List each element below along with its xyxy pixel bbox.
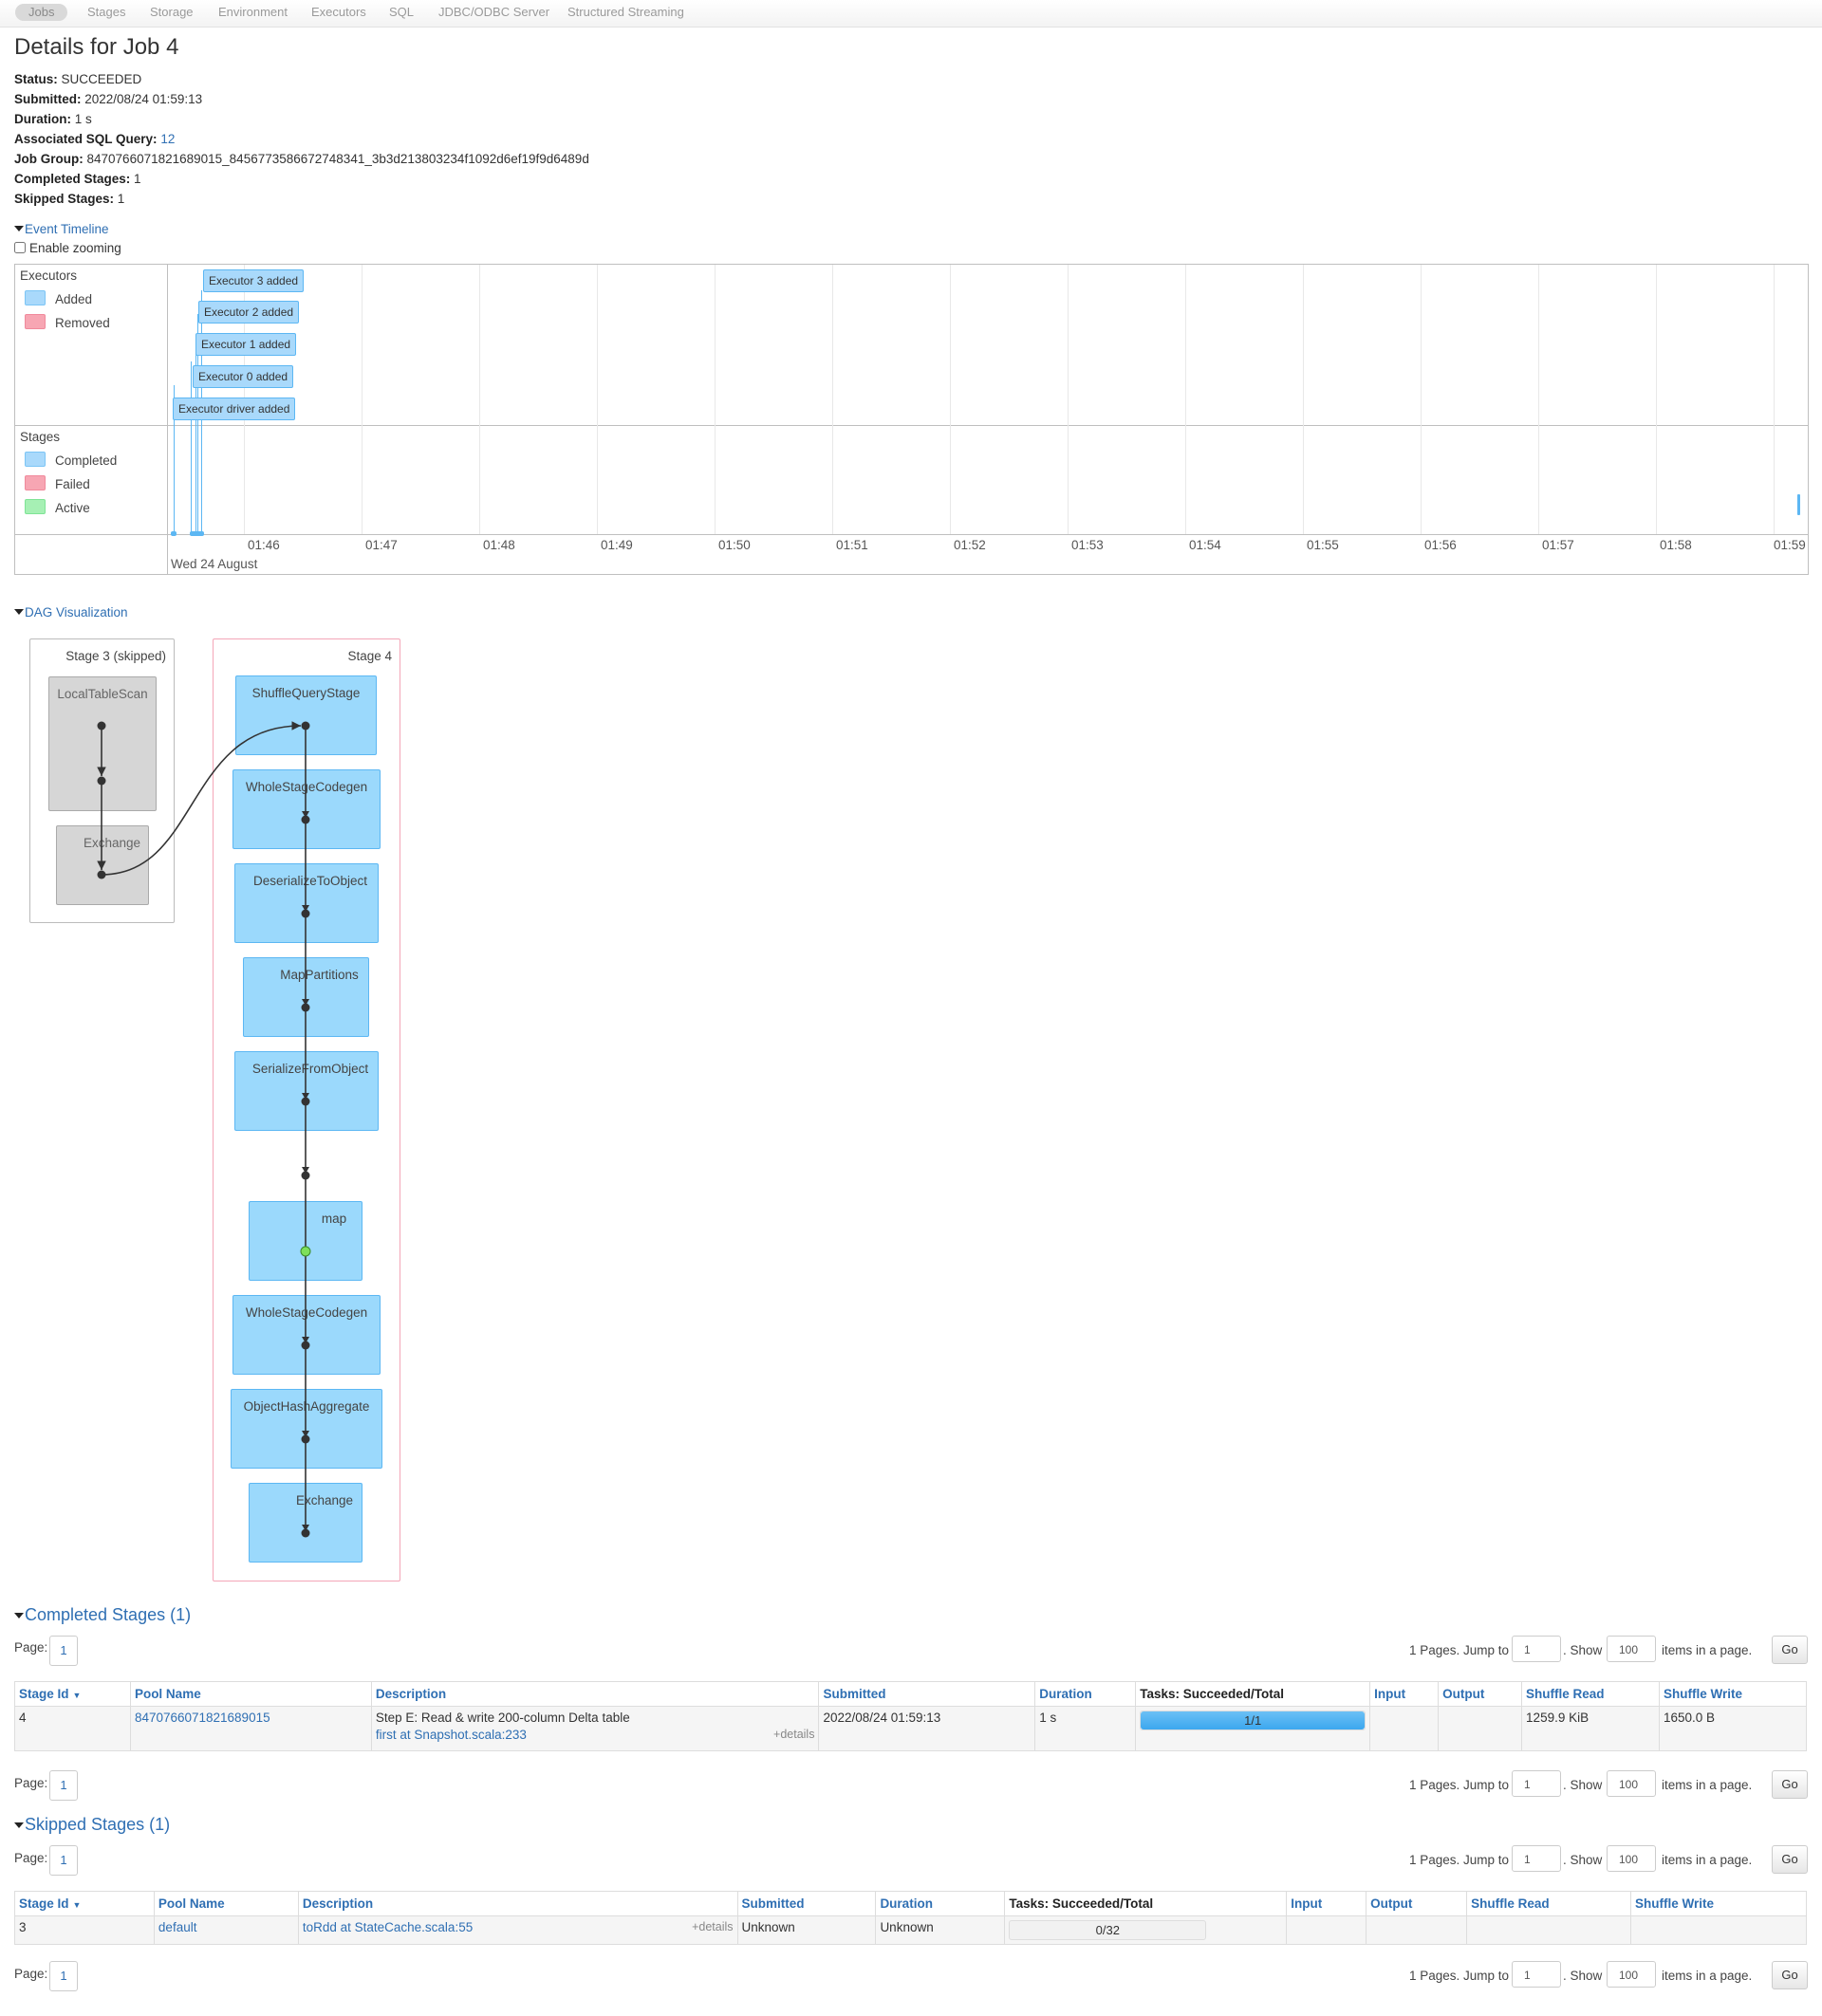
input-cell: [1286, 1915, 1367, 1945]
dag-edges: [97, 721, 311, 1538]
pool-name-link[interactable]: 8470766071821689015: [135, 1711, 270, 1725]
submitted-cell: 2022/08/24 01:59:13: [818, 1706, 1036, 1751]
input-cell: [1369, 1706, 1440, 1751]
column-header-stage-id[interactable]: Stage Id ▼: [14, 1891, 155, 1916]
column-header-input[interactable]: Input: [1369, 1681, 1440, 1707]
completed-stages-toggle[interactable]: Completed Stages (1): [14, 1605, 191, 1625]
sort-down-icon: ▼: [72, 1900, 82, 1910]
column-header-pool-name[interactable]: Pool Name: [129, 1681, 372, 1707]
duration-cell: Unknown: [875, 1915, 1006, 1945]
stage-id-cell: 4: [14, 1706, 131, 1751]
page-label: Page:: [14, 1640, 48, 1655]
tab-structured-streaming[interactable]: Structured Streaming: [567, 4, 684, 21]
sort-down-icon: ▼: [72, 1691, 82, 1700]
stage-id-cell: 3: [14, 1915, 155, 1945]
column-header-output[interactable]: Output: [1366, 1891, 1468, 1916]
go-button[interactable]: Go: [1772, 1636, 1808, 1664]
page-size-input[interactable]: 100: [1607, 1636, 1656, 1662]
completed-stages-table: Stage Id ▼ Pool Name Description Submitte…: [14, 1681, 1808, 1751]
skipped-pager-controls: 1 Pages. Jump to 1 . Show 100 items in a…: [1409, 1845, 1808, 1876]
stage-marker[interactable]: [1797, 494, 1800, 515]
details-toggle[interactable]: +details: [773, 1728, 814, 1741]
shuffle-write-cell: 1650.0 B: [1658, 1706, 1808, 1751]
tab-jdbc-odbc-server[interactable]: JDBC/ODBC Server: [438, 4, 549, 21]
jump-to-page-input[interactable]: 1: [1512, 1845, 1561, 1872]
dag-point: [300, 1246, 311, 1257]
column-header-description[interactable]: Description: [297, 1891, 738, 1916]
column-header-description[interactable]: Description: [370, 1681, 820, 1707]
page-number-link[interactable]: 1: [49, 1845, 78, 1876]
output-cell: [1366, 1915, 1468, 1945]
page-number-link[interactable]: 1: [49, 1636, 78, 1666]
column-header-shuffle-write[interactable]: Shuffle Write: [1630, 1891, 1807, 1916]
shuffle-read-cell: 1259.9 KiB: [1521, 1706, 1660, 1751]
go-button[interactable]: Go: [1772, 1845, 1808, 1874]
page-number-link[interactable]: 1: [49, 1770, 78, 1801]
skipped-stages-table: Stage Id ▼ Pool Name Description Submitte…: [14, 1891, 1807, 1945]
table-row: 4 8470766071821689015 Step E: Read & wri…: [14, 1706, 1808, 1751]
column-header-submitted[interactable]: Submitted: [818, 1681, 1036, 1707]
tasks-progress-bar: 0/32: [1009, 1920, 1207, 1940]
column-header-duration[interactable]: Duration: [1034, 1681, 1137, 1707]
description-cell: Step E: Read & write 200-column Delta ta…: [370, 1706, 820, 1751]
jump-to-page-input[interactable]: 1: [1512, 1636, 1561, 1662]
column-header-input[interactable]: Input: [1286, 1891, 1367, 1916]
shuffle-write-cell: [1630, 1915, 1807, 1945]
output-cell: [1438, 1706, 1523, 1751]
page-size-input[interactable]: 100: [1607, 1770, 1656, 1797]
go-button[interactable]: Go: [1772, 1770, 1808, 1799]
jump-to-page-input[interactable]: 1: [1512, 1770, 1561, 1797]
column-header-pool-name[interactable]: Pool Name: [153, 1891, 299, 1916]
tasks-progress-bar: 1/1: [1140, 1711, 1366, 1730]
page-label: Page:: [14, 1776, 48, 1790]
page-size-input[interactable]: 100: [1607, 1845, 1656, 1872]
stage-description-link[interactable]: first at Snapshot.scala:233: [376, 1728, 527, 1742]
page-number-link[interactable]: 1: [49, 1961, 78, 1991]
description-cell: toRdd at StateCache.scala:55 +details: [297, 1915, 738, 1945]
column-header-tasks: Tasks: Succeeded/Total: [1004, 1891, 1288, 1916]
column-header-shuffle-read[interactable]: Shuffle Read: [1521, 1681, 1660, 1707]
pool-name-link[interactable]: default: [158, 1920, 197, 1934]
column-header-output[interactable]: Output: [1438, 1681, 1523, 1707]
column-header-shuffle-write[interactable]: Shuffle Write: [1658, 1681, 1808, 1707]
completed-pager-controls-bottom: 1 Pages. Jump to 1 . Show 100 items in a…: [1409, 1770, 1808, 1801]
column-header-stage-id[interactable]: Stage Id ▼: [14, 1681, 131, 1707]
pool-name-cell: 8470766071821689015: [129, 1706, 372, 1751]
caret-down-icon: [14, 1613, 24, 1618]
stage-description-link[interactable]: toRdd at StateCache.scala:55: [303, 1920, 473, 1934]
completed-pager-controls: 1 Pages. Jump to 1 . Show 100 items in a…: [1409, 1636, 1808, 1666]
column-header-tasks: Tasks: Succeeded/Total: [1135, 1681, 1371, 1707]
tasks-cell: 0/32: [1004, 1915, 1288, 1945]
tasks-cell: 1/1: [1135, 1706, 1371, 1751]
pool-name-cell: default: [153, 1915, 299, 1945]
go-button[interactable]: Go: [1772, 1961, 1808, 1989]
details-toggle[interactable]: +details: [692, 1920, 733, 1933]
page-size-input[interactable]: 100: [1607, 1961, 1656, 1988]
jump-to-page-input[interactable]: 1: [1512, 1961, 1561, 1988]
table-row: 3 default toRdd at StateCache.scala:55 +d…: [14, 1915, 1807, 1945]
dag-point: [97, 870, 106, 879]
skipped-stages-toggle[interactable]: Skipped Stages (1): [14, 1815, 170, 1835]
submitted-cell: Unknown: [736, 1915, 877, 1945]
dag-point: [301, 721, 310, 731]
caret-down-icon: [14, 1822, 24, 1828]
skipped-pager-controls-bottom: 1 Pages. Jump to 1 . Show 100 items in a…: [1409, 1961, 1808, 1991]
dag-point: [97, 776, 106, 786]
dag-point: [97, 721, 106, 731]
duration-cell: 1 s: [1034, 1706, 1137, 1751]
shuffle-read-cell: [1466, 1915, 1632, 1945]
column-header-submitted[interactable]: Submitted: [736, 1891, 877, 1916]
page-label: Page:: [14, 1851, 48, 1865]
page-label: Page:: [14, 1967, 48, 1981]
column-header-duration[interactable]: Duration: [875, 1891, 1006, 1916]
column-header-shuffle-read[interactable]: Shuffle Read: [1466, 1891, 1632, 1916]
